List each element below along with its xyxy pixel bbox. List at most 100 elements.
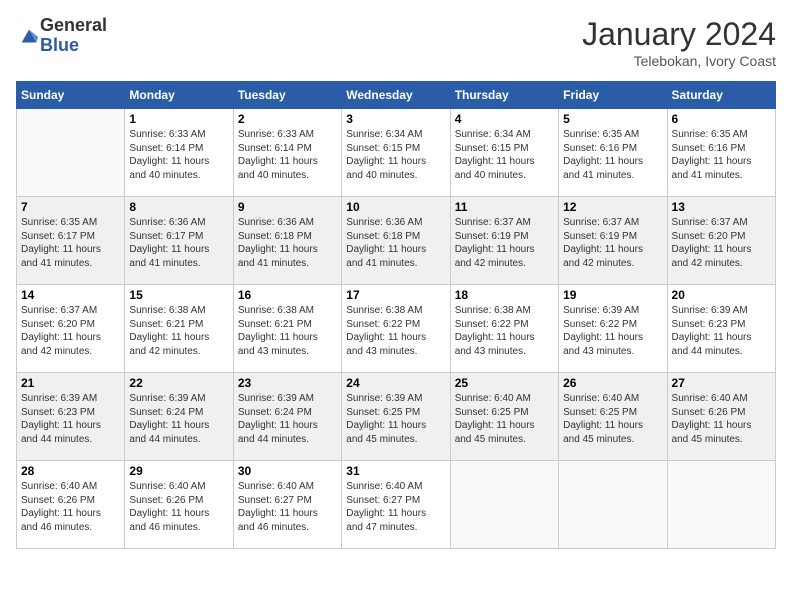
cell-day-number: 19 <box>563 288 662 302</box>
cell-info: Sunrise: 6:38 AM Sunset: 6:21 PM Dayligh… <box>129 304 228 358</box>
cell-day-number: 13 <box>672 200 771 214</box>
calendar-cell: 16Sunrise: 6:38 AM Sunset: 6:21 PM Dayli… <box>233 285 341 373</box>
calendar-cell: 26 Sunrise: 6:40 AM Sunset: 6:25 PM Dayli… <box>559 373 667 461</box>
calendar-cell: 9Sunrise: 6:36 AM Sunset: 6:18 PM Daylig… <box>233 197 341 285</box>
calendar-cell: 31 Sunrise: 6:40 AM Sunset: 6:27 PM Dayli… <box>342 461 450 549</box>
calendar-cell <box>559 461 667 549</box>
weekday-header-tuesday: Tuesday <box>233 82 341 109</box>
cell-day-number: 7 <box>21 200 120 214</box>
logo-icon <box>18 26 40 48</box>
cell-info: Sunrise: 6:39 AM Sunset: 6:24 PM Dayligh… <box>129 392 228 446</box>
header: General Blue January 2024 Telebokan, Ivo… <box>16 16 776 69</box>
cell-info: Sunrise: 6:38 AM Sunset: 6:21 PM Dayligh… <box>238 304 337 358</box>
cell-info: Sunrise: 6:40 AM Sunset: 6:27 PM Dayligh… <box>238 480 337 534</box>
calendar-table: SundayMondayTuesdayWednesdayThursdayFrid… <box>16 81 776 549</box>
cell-info: Sunrise: 6:33 AM Sunset: 6:14 PM Dayligh… <box>129 128 228 182</box>
cell-day-number: 15 <box>129 288 228 302</box>
cell-info: Sunrise: 6:36 AM Sunset: 6:18 PM Dayligh… <box>238 216 337 270</box>
calendar-week-row: 21 Sunrise: 6:39 AM Sunset: 6:23 PM Dayli… <box>17 373 776 461</box>
calendar-cell: 25 Sunrise: 6:40 AM Sunset: 6:25 PM Dayli… <box>450 373 558 461</box>
location: Telebokan, Ivory Coast <box>582 53 776 69</box>
logo-general: General <box>40 16 107 36</box>
cell-day-number: 11 <box>455 200 554 214</box>
calendar-cell: 20Sunrise: 6:39 AM Sunset: 6:23 PM Dayli… <box>667 285 775 373</box>
calendar-cell: 21 Sunrise: 6:39 AM Sunset: 6:23 PM Dayli… <box>17 373 125 461</box>
calendar-week-row: 14Sunrise: 6:37 AM Sunset: 6:20 PM Dayli… <box>17 285 776 373</box>
weekday-header-friday: Friday <box>559 82 667 109</box>
cell-info: Sunrise: 6:35 AM Sunset: 6:16 PM Dayligh… <box>672 128 771 182</box>
calendar-cell: 14Sunrise: 6:37 AM Sunset: 6:20 PM Dayli… <box>17 285 125 373</box>
cell-day-number: 4 <box>455 112 554 126</box>
calendar-cell: 10 Sunrise: 6:36 AM Sunset: 6:18 PM Dayli… <box>342 197 450 285</box>
main-container: General Blue January 2024 Telebokan, Ivo… <box>0 0 792 557</box>
cell-day-number: 3 <box>346 112 445 126</box>
month-title: January 2024 <box>582 16 776 53</box>
cell-day-number: 1 <box>129 112 228 126</box>
calendar-cell: 27 Sunrise: 6:40 AM Sunset: 6:26 PM Dayli… <box>667 373 775 461</box>
calendar-cell: 3 Sunrise: 6:34 AM Sunset: 6:15 PM Daylig… <box>342 109 450 197</box>
cell-info: Sunrise: 6:34 AM Sunset: 6:15 PM Dayligh… <box>346 128 445 182</box>
logo-blue: Blue <box>40 36 107 56</box>
cell-day-number: 24 <box>346 376 445 390</box>
cell-day-number: 12 <box>563 200 662 214</box>
logo-text: General Blue <box>40 16 107 56</box>
calendar-cell: 8Sunrise: 6:36 AM Sunset: 6:17 PM Daylig… <box>125 197 233 285</box>
cell-day-number: 6 <box>672 112 771 126</box>
cell-day-number: 21 <box>21 376 120 390</box>
cell-day-number: 26 <box>563 376 662 390</box>
weekday-header-row: SundayMondayTuesdayWednesdayThursdayFrid… <box>17 82 776 109</box>
cell-info: Sunrise: 6:40 AM Sunset: 6:25 PM Dayligh… <box>563 392 662 446</box>
cell-day-number: 25 <box>455 376 554 390</box>
calendar-cell <box>667 461 775 549</box>
cell-day-number: 29 <box>129 464 228 478</box>
calendar-cell: 6 Sunrise: 6:35 AM Sunset: 6:16 PM Daylig… <box>667 109 775 197</box>
cell-info: Sunrise: 6:39 AM Sunset: 6:25 PM Dayligh… <box>346 392 445 446</box>
calendar-cell: 29 Sunrise: 6:40 AM Sunset: 6:26 PM Dayli… <box>125 461 233 549</box>
logo: General Blue <box>16 16 107 56</box>
calendar-week-row: 1 Sunrise: 6:33 AM Sunset: 6:14 PM Daylig… <box>17 109 776 197</box>
calendar-cell: 19 Sunrise: 6:39 AM Sunset: 6:22 PM Dayli… <box>559 285 667 373</box>
cell-day-number: 17 <box>346 288 445 302</box>
cell-info: Sunrise: 6:40 AM Sunset: 6:26 PM Dayligh… <box>129 480 228 534</box>
cell-info: Sunrise: 6:40 AM Sunset: 6:26 PM Dayligh… <box>672 392 771 446</box>
calendar-cell: 11 Sunrise: 6:37 AM Sunset: 6:19 PM Dayli… <box>450 197 558 285</box>
cell-day-number: 27 <box>672 376 771 390</box>
title-section: January 2024 Telebokan, Ivory Coast <box>582 16 776 69</box>
cell-info: Sunrise: 6:36 AM Sunset: 6:17 PM Dayligh… <box>129 216 228 270</box>
calendar-cell: 18 Sunrise: 6:38 AM Sunset: 6:22 PM Dayli… <box>450 285 558 373</box>
cell-info: Sunrise: 6:37 AM Sunset: 6:19 PM Dayligh… <box>455 216 554 270</box>
cell-day-number: 10 <box>346 200 445 214</box>
cell-info: Sunrise: 6:37 AM Sunset: 6:19 PM Dayligh… <box>563 216 662 270</box>
cell-info: Sunrise: 6:38 AM Sunset: 6:22 PM Dayligh… <box>455 304 554 358</box>
cell-info: Sunrise: 6:36 AM Sunset: 6:18 PM Dayligh… <box>346 216 445 270</box>
cell-day-number: 22 <box>129 376 228 390</box>
cell-info: Sunrise: 6:40 AM Sunset: 6:26 PM Dayligh… <box>21 480 120 534</box>
calendar-cell <box>17 109 125 197</box>
calendar-cell: 12 Sunrise: 6:37 AM Sunset: 6:19 PM Dayli… <box>559 197 667 285</box>
calendar-cell <box>450 461 558 549</box>
cell-day-number: 20 <box>672 288 771 302</box>
cell-info: Sunrise: 6:40 AM Sunset: 6:27 PM Dayligh… <box>346 480 445 534</box>
calendar-cell: 28 Sunrise: 6:40 AM Sunset: 6:26 PM Dayli… <box>17 461 125 549</box>
calendar-cell: 2 Sunrise: 6:33 AM Sunset: 6:14 PM Daylig… <box>233 109 341 197</box>
cell-info: Sunrise: 6:39 AM Sunset: 6:22 PM Dayligh… <box>563 304 662 358</box>
calendar-cell: 1 Sunrise: 6:33 AM Sunset: 6:14 PM Daylig… <box>125 109 233 197</box>
cell-info: Sunrise: 6:34 AM Sunset: 6:15 PM Dayligh… <box>455 128 554 182</box>
cell-info: Sunrise: 6:40 AM Sunset: 6:25 PM Dayligh… <box>455 392 554 446</box>
calendar-cell: 17Sunrise: 6:38 AM Sunset: 6:22 PM Dayli… <box>342 285 450 373</box>
cell-info: Sunrise: 6:37 AM Sunset: 6:20 PM Dayligh… <box>21 304 120 358</box>
calendar-cell: 24 Sunrise: 6:39 AM Sunset: 6:25 PM Dayli… <box>342 373 450 461</box>
calendar-cell: 22 Sunrise: 6:39 AM Sunset: 6:24 PM Dayli… <box>125 373 233 461</box>
cell-day-number: 30 <box>238 464 337 478</box>
cell-day-number: 28 <box>21 464 120 478</box>
calendar-cell: 23Sunrise: 6:39 AM Sunset: 6:24 PM Dayli… <box>233 373 341 461</box>
cell-day-number: 2 <box>238 112 337 126</box>
cell-day-number: 18 <box>455 288 554 302</box>
cell-info: Sunrise: 6:39 AM Sunset: 6:24 PM Dayligh… <box>238 392 337 446</box>
calendar-week-row: 28 Sunrise: 6:40 AM Sunset: 6:26 PM Dayli… <box>17 461 776 549</box>
cell-info: Sunrise: 6:33 AM Sunset: 6:14 PM Dayligh… <box>238 128 337 182</box>
weekday-header-monday: Monday <box>125 82 233 109</box>
cell-day-number: 31 <box>346 464 445 478</box>
cell-info: Sunrise: 6:35 AM Sunset: 6:16 PM Dayligh… <box>563 128 662 182</box>
cell-info: Sunrise: 6:39 AM Sunset: 6:23 PM Dayligh… <box>21 392 120 446</box>
